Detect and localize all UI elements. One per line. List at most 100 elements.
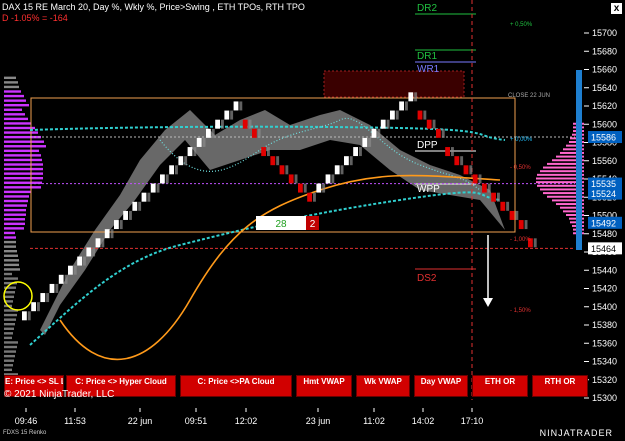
renko-brick xyxy=(215,119,220,129)
renko-brick xyxy=(242,119,248,129)
volume-profile-bar xyxy=(4,359,14,362)
volume-profile-bar xyxy=(4,126,35,130)
renko-brick xyxy=(509,210,515,220)
renko-brick xyxy=(500,201,506,211)
volume-profile-bar xyxy=(4,318,16,321)
renko-brick xyxy=(334,165,340,175)
renko-shadow xyxy=(276,156,280,166)
renko-count-right: 2 xyxy=(310,219,316,230)
renko-brick xyxy=(123,210,128,220)
volume-profile-bar xyxy=(4,181,42,184)
renko-shadow xyxy=(469,165,473,175)
renko-brick xyxy=(68,265,73,275)
volume-profile-bar xyxy=(4,259,19,262)
volume-profile-bar xyxy=(4,368,12,372)
renko-brick xyxy=(316,183,322,193)
renko-shadow xyxy=(248,119,252,129)
chart-title: DAX 15 RE March 20, Day %, Wkly %, Price… xyxy=(2,2,305,12)
price-tick-label: 15360 xyxy=(592,338,617,348)
rth-or-button[interactable]: RTH OR xyxy=(532,375,588,397)
renko-brick xyxy=(463,165,469,175)
wr1-label: WR1 xyxy=(417,64,440,75)
price-tick-label: 15320 xyxy=(592,375,617,385)
volume-profile-bar xyxy=(4,177,43,180)
renko-brick xyxy=(482,183,487,193)
renko-shadow xyxy=(156,183,160,193)
price-flag-label: 15586 xyxy=(591,133,616,143)
renko-brick xyxy=(22,311,27,321)
renko-brick xyxy=(58,274,64,284)
volume-profile-bar xyxy=(4,154,41,157)
down-arrow-head xyxy=(483,298,493,307)
time-tick-label: 09:51 xyxy=(185,416,208,426)
renko-brick xyxy=(390,110,395,120)
renko-shadow xyxy=(322,183,326,193)
price-tick-label: 15680 xyxy=(592,46,617,56)
renko-shadow xyxy=(294,174,298,184)
volume-profile-bar xyxy=(4,332,13,335)
volume-profile-bar xyxy=(4,295,14,299)
price-tick-label: 15380 xyxy=(592,320,617,330)
time-tick-label: 11:53 xyxy=(64,416,86,426)
renko-shadow xyxy=(451,147,454,157)
renko-shadow xyxy=(368,137,372,147)
renko-brick xyxy=(371,128,377,138)
renko-shadow xyxy=(478,174,482,184)
renko-shadow xyxy=(340,165,344,175)
volume-profile-bar xyxy=(4,213,26,216)
renko-shadow xyxy=(175,165,178,175)
volume-profile-bar xyxy=(4,236,16,239)
price-tick-label: 15600 xyxy=(592,119,617,129)
renko-shadow xyxy=(515,210,519,220)
volume-profile-bar xyxy=(4,218,25,221)
volume-profile-bar xyxy=(4,345,17,349)
wk-vwap-button[interactable]: Wk VWAP xyxy=(356,375,410,397)
volume-profile-bar xyxy=(4,158,42,162)
renko-shadow xyxy=(533,238,537,248)
renko-shadow xyxy=(165,174,169,184)
day-change-label: D -1.05% = -164 xyxy=(2,13,68,23)
volume-profile-bar xyxy=(4,172,43,175)
renko-shadow xyxy=(267,147,270,157)
price-tick-label: 15560 xyxy=(592,156,617,166)
volume-profile-bar xyxy=(4,195,29,198)
renko-shadow xyxy=(405,101,408,111)
renko-shadow xyxy=(487,183,491,193)
instrument-label: FDXS 15 Renko xyxy=(3,430,47,436)
renko-brick xyxy=(261,147,266,157)
close-22-jun-label: CLOSE 22 JUN xyxy=(508,93,550,99)
time-tick-label: 17:10 xyxy=(461,416,484,426)
eth-or-button[interactable]: ETH OR xyxy=(472,375,528,397)
close-icon[interactable]: x xyxy=(611,3,622,14)
volume-profile-bar xyxy=(4,245,16,248)
renko-brick xyxy=(380,119,386,129)
price-axis-bar xyxy=(576,70,582,250)
renko-brick xyxy=(187,147,193,157)
hmt-vwap-button[interactable]: Hmt VWAP xyxy=(296,375,352,397)
pa-cloud-button[interactable]: C: Price <>PA Cloud xyxy=(180,375,292,397)
volume-profile-bar xyxy=(4,364,13,367)
renko-shadow xyxy=(313,192,316,202)
price-tick-label: 15700 xyxy=(592,28,617,38)
percent-label: + 0,00% xyxy=(510,137,533,143)
renko-brick xyxy=(445,147,450,157)
renko-brick xyxy=(399,101,404,111)
renko-brick xyxy=(279,165,285,175)
volume-profile-bar xyxy=(4,231,15,235)
volume-profile-bar xyxy=(4,190,31,194)
dpp-label: DPP xyxy=(417,140,438,151)
volume-profile-bar xyxy=(4,204,27,207)
volume-profile-bar xyxy=(4,145,46,148)
renko-shadow xyxy=(331,174,335,184)
price-flag-label: 15492 xyxy=(591,218,616,228)
renko-shadow xyxy=(147,192,151,202)
renko-shadow xyxy=(524,220,528,230)
renko-brick xyxy=(169,165,174,175)
day-vwap-button[interactable]: Day VWAP xyxy=(414,375,468,397)
renko-shadow xyxy=(257,128,261,138)
volume-profile-bar xyxy=(4,113,25,116)
renko-brick xyxy=(141,192,147,202)
renko-shadow xyxy=(506,201,510,211)
time-tick-label: 11:02 xyxy=(363,416,385,426)
volume-profile-bar xyxy=(4,268,20,271)
